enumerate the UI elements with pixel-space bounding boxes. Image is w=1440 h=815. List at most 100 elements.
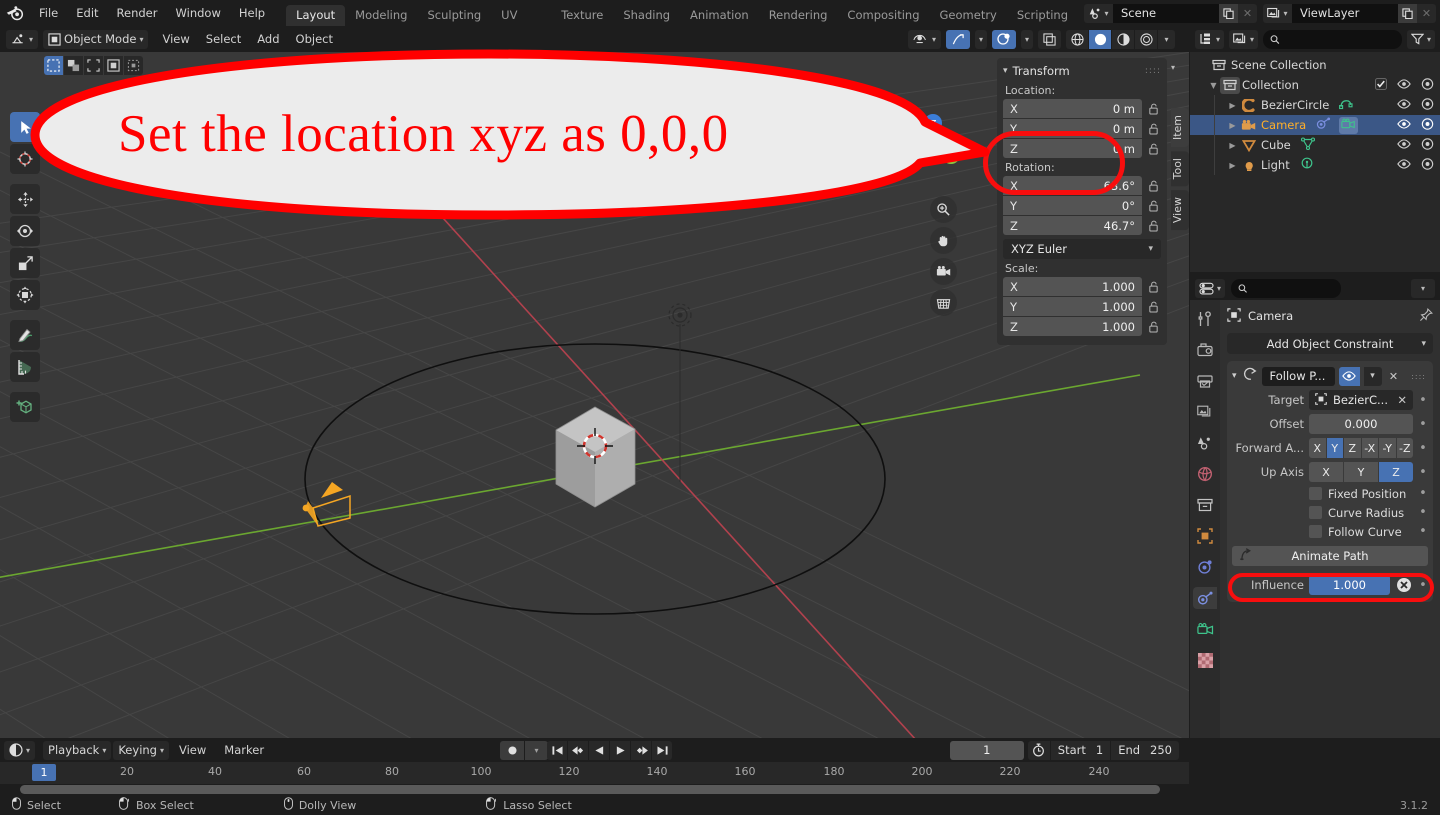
timeline-ruler[interactable]: 1 20 40 60 80 100 120 140 160 180 200 22… (0, 762, 1189, 784)
tab-sculpting[interactable]: Sculpting (417, 5, 491, 26)
lasso-select-icon[interactable] (104, 56, 123, 75)
tweak-tool[interactable] (10, 112, 40, 142)
target-field[interactable]: BezierC... ✕ (1309, 390, 1413, 410)
forward-axis-neg-y[interactable]: -Y (1379, 438, 1396, 458)
overlays-options-chevron-down-icon[interactable]: ▾ (1020, 29, 1033, 49)
hand-pan-icon[interactable] (930, 227, 957, 254)
outliner-row-camera[interactable]: ▶ Camera (1190, 115, 1440, 135)
move-tool[interactable] (10, 184, 40, 214)
world-tab[interactable] (1193, 463, 1217, 485)
disclosure-triangle-icon[interactable]: ▼ (1207, 81, 1220, 90)
animate-property-dot-icon[interactable]: • (1418, 578, 1428, 593)
light-data-icon[interactable] (1300, 157, 1314, 173)
outliner-display-mode-icon[interactable]: ▾ (1195, 29, 1225, 49)
camera-render-icon[interactable] (1421, 117, 1434, 133)
timeline-horizontal-scrollbar[interactable] (20, 785, 1160, 794)
animate-property-dot-icon[interactable]: • (1418, 441, 1428, 456)
location-z-field[interactable]: Z 0 m (1003, 139, 1142, 158)
menu-edit[interactable]: Edit (67, 3, 107, 23)
menu-render[interactable]: Render (108, 3, 167, 23)
eye-icon[interactable] (1397, 78, 1411, 92)
eye-icon[interactable] (1397, 98, 1411, 112)
grip-dots-icon[interactable]: :::: (1145, 66, 1161, 76)
tab-compositing[interactable]: Compositing (837, 5, 929, 26)
tab-scripting[interactable]: Scripting (1007, 5, 1078, 26)
xray-icon[interactable] (1038, 29, 1061, 49)
material-preview-icon[interactable] (1112, 29, 1134, 49)
animate-path-button[interactable]: Animate Path (1232, 546, 1428, 566)
timeline-editor-icon[interactable]: ▾ (4, 740, 36, 760)
curve-radius-checkbox[interactable] (1309, 506, 1322, 519)
timeline-menu-marker[interactable]: Marker (216, 743, 272, 757)
unlocked-padlock-icon[interactable] (1146, 178, 1161, 193)
timeline-menu-keying[interactable]: Keying ▾ (113, 740, 169, 760)
forward-axis-neg-z[interactable]: -Z (1396, 438, 1413, 458)
gizmo-options-chevron-down-icon[interactable]: ▾ (974, 29, 987, 49)
scene-tab[interactable] (1193, 432, 1217, 454)
rotation-y-field[interactable]: Y 0° (1003, 196, 1142, 215)
scale-x-field[interactable]: X 1.000 (1003, 277, 1142, 296)
add-object-constraint-button[interactable]: Add Object Constraint ▾ (1227, 333, 1433, 354)
outliner-row-scene-collection[interactable]: Scene Collection (1190, 55, 1440, 75)
collection-tab[interactable] (1193, 494, 1217, 516)
record-dot-icon[interactable] (500, 741, 524, 760)
animate-property-dot-icon[interactable]: • (1418, 486, 1428, 501)
camera-render-icon[interactable] (1421, 77, 1434, 93)
eye-icon[interactable] (1397, 138, 1411, 152)
scale-z-field[interactable]: Z 1.000 (1003, 317, 1142, 336)
tab-view[interactable]: View (1171, 190, 1189, 231)
jump-to-start-icon[interactable] (547, 741, 567, 760)
timeline-menu-playback[interactable]: Playback ▾ (43, 740, 112, 760)
tab-texture-paint[interactable]: Texture Paint (551, 5, 613, 43)
scene-icon[interactable]: ▾ (1084, 3, 1113, 23)
texture-tab[interactable] (1193, 649, 1217, 671)
properties-search-field[interactable] (1252, 281, 1335, 295)
object-mode-selector[interactable]: Object Mode ▾ (43, 29, 149, 49)
disclosure-triangle-icon[interactable]: ▶ (1226, 141, 1239, 150)
forward-axis-x[interactable]: X (1309, 438, 1326, 458)
viewlayer-selector[interactable]: ▾ ViewLayer ✕ (1263, 3, 1436, 23)
animate-property-dot-icon[interactable]: • (1418, 417, 1428, 432)
eye-icon[interactable] (1397, 158, 1411, 172)
new-viewlayer-icon[interactable] (1398, 3, 1417, 23)
animate-property-dot-icon[interactable]: • (1418, 393, 1428, 408)
properties-search-input[interactable] (1231, 278, 1342, 298)
scene-selector[interactable]: ▾ Scene ✕ (1084, 3, 1257, 23)
tab-geometry-nodes[interactable]: Geometry Nodes (930, 5, 1007, 43)
checkbox-checked-icon[interactable] (1375, 77, 1387, 93)
constraints-tab[interactable] (1193, 587, 1217, 609)
blender-logo-icon[interactable] (0, 0, 30, 26)
new-scene-icon[interactable] (1219, 3, 1238, 23)
outliner-search-input[interactable] (1263, 29, 1402, 49)
playhead[interactable]: 1 (32, 764, 56, 781)
eye-icon[interactable] (1397, 118, 1411, 132)
physics-tab[interactable] (1193, 556, 1217, 578)
render-tab[interactable] (1193, 339, 1217, 361)
offset-field[interactable]: 0.000 (1309, 414, 1413, 434)
rotation-x-field[interactable]: X 63.6° (1003, 176, 1142, 195)
chevron-down-icon[interactable]: ▾ (1232, 371, 1237, 381)
animate-property-dot-icon[interactable]: • (1418, 505, 1428, 520)
viewport-menu-view[interactable]: View (154, 29, 197, 49)
object-visibility-icon[interactable]: ▾ (907, 29, 941, 49)
up-axis-x[interactable]: X (1309, 462, 1343, 482)
menu-help[interactable]: Help (230, 3, 274, 23)
location-x-field[interactable]: X 0 m (1003, 99, 1142, 118)
outliner-row-cube[interactable]: ▶ Cube (1190, 135, 1440, 155)
animate-property-dot-icon[interactable]: • (1418, 524, 1428, 539)
tab-layout[interactable]: Layout (286, 5, 346, 26)
follow-curve-checkbox[interactable] (1309, 525, 1322, 538)
tab-shading[interactable]: Shading (613, 5, 680, 26)
chevron-down-icon[interactable]: ▾ (1363, 366, 1382, 386)
target-clear-icon[interactable]: ✕ (1397, 393, 1407, 407)
forward-axis-y[interactable]: Y (1326, 438, 1343, 458)
zoom-icon[interactable] (930, 196, 957, 223)
curve-data-icon[interactable] (1339, 98, 1353, 113)
influence-slider[interactable]: 1.000 (1309, 575, 1390, 595)
constraint-name[interactable]: Follow P... (1261, 366, 1335, 386)
unlocked-padlock-icon[interactable] (1146, 198, 1161, 213)
up-axis-z[interactable]: Z (1379, 462, 1413, 482)
jump-next-keyframe-icon[interactable] (631, 741, 651, 760)
scale-tool[interactable] (10, 248, 40, 278)
rotate-tool[interactable] (10, 216, 40, 246)
